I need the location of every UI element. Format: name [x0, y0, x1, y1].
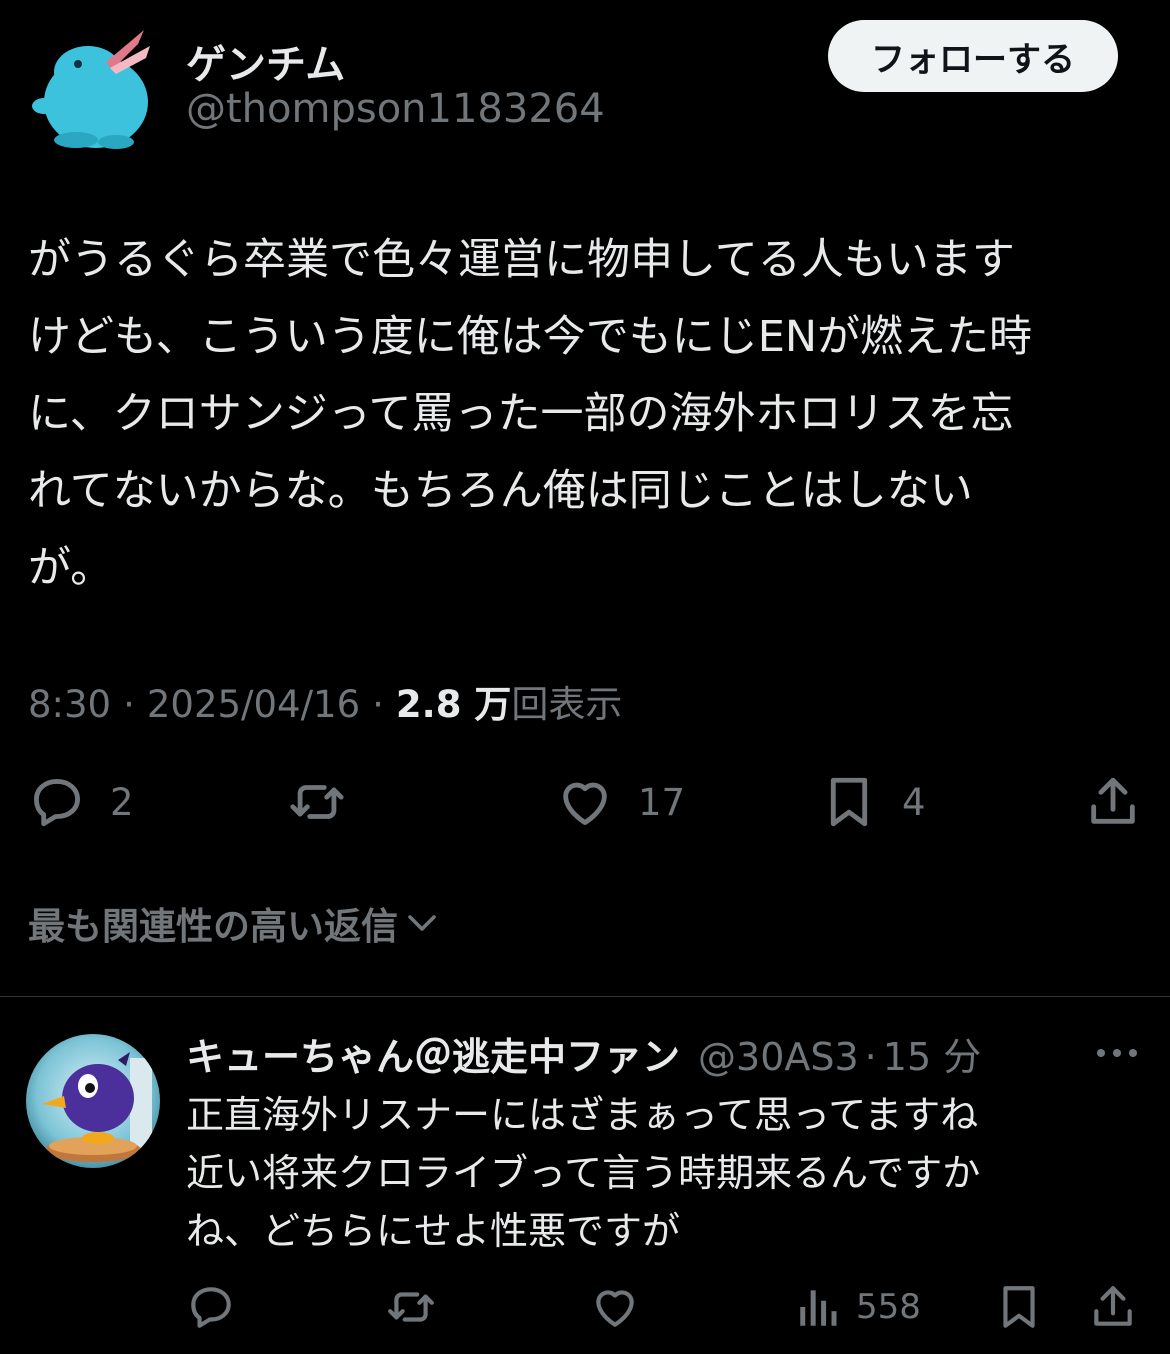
tweet-text-line: けども、こういう度に俺は今でもにじENが燃えた時: [28, 312, 1033, 362]
replies-sort-label: 最も関連性の高い返信: [28, 905, 398, 948]
reply-icon: [191, 1287, 231, 1328]
tweet-text-line: に、クロサンジって罵った一部の海外ホロリスを忘: [28, 389, 1014, 439]
bookmark-button[interactable]: 4: [820, 770, 926, 834]
meta-separator: ·: [123, 683, 135, 726]
like-count: 17: [638, 780, 686, 824]
author-avatar[interactable]: [26, 22, 156, 152]
reply-text-line: 近い将来クロライブって言う時期来るんですか: [186, 1151, 981, 1195]
tweet-time[interactable]: 8:30: [28, 683, 111, 726]
reply-retweet-button[interactable]: [386, 1280, 436, 1334]
reply-author-handle[interactable]: @30AS3: [698, 1035, 859, 1079]
like-icon: [563, 782, 607, 825]
reply-count: 2: [110, 780, 134, 824]
like-icon: [596, 1290, 634, 1327]
more-icon[interactable]: [1094, 1040, 1140, 1066]
follow-button[interactable]: フォローする: [828, 20, 1118, 92]
reply-icon: [34, 779, 80, 827]
tweet-text-line: れてないからな。もちろん俺は同じことはしない: [28, 466, 973, 516]
tweet-meta: 8:30 · 2025/04/16 · 2.8 万 回表示: [28, 674, 622, 728]
retweet-icon: [290, 785, 344, 819]
bookmark-count: 4: [902, 780, 926, 824]
bookmark-icon: [830, 777, 868, 827]
like-button[interactable]: 17: [556, 770, 685, 834]
meta-separator: ·: [372, 683, 384, 726]
chevron-down-icon: [408, 915, 436, 931]
reply-bookmark-button[interactable]: [994, 1280, 1044, 1334]
share-button[interactable]: [1084, 770, 1142, 834]
reply-reply-button[interactable]: [186, 1280, 236, 1334]
tweet-text: がうるぐら卒業で色々運営に物申してる人もいます けども、こういう度に俺は今でもに…: [28, 222, 1148, 607]
reply-button[interactable]: 2: [28, 770, 134, 834]
share-icon: [1091, 777, 1135, 824]
reply-separator: ·: [864, 1035, 877, 1079]
reply-text: 正直海外リスナーにはざまぁって思ってますね 近い将来クロライブって言う時期来るん…: [186, 1086, 1146, 1260]
reply-share-button[interactable]: [1088, 1280, 1138, 1334]
share-icon: [1094, 1286, 1132, 1326]
author-name[interactable]: ゲンチム: [186, 32, 345, 90]
reply-text-line: ね、どちらにせよ性悪ですが: [186, 1209, 681, 1253]
divider: [0, 996, 1170, 997]
reply-like-button[interactable]: [590, 1280, 640, 1334]
reply-author-name[interactable]: キューちゃん＠逃走中ファン: [186, 1026, 680, 1081]
reply-views-button[interactable]: 558: [794, 1280, 921, 1334]
reply-header: キューちゃん＠逃走中ファン @30AS3 · 15 分: [186, 1026, 981, 1081]
tweet-text-line: がうるぐら卒業で色々運営に物申してる人もいます: [28, 235, 1015, 285]
tweet-detail-page: ゲンチム @thompson1183264 フォローする がうるぐら卒業で色々運…: [0, 0, 1170, 1354]
views-count[interactable]: 2.8 万: [396, 674, 511, 728]
reply-time[interactable]: 15 分: [883, 1026, 981, 1081]
reply-text-line: 正直海外リスナーにはざまぁって思ってますね: [186, 1093, 979, 1137]
views-label: 回表示: [511, 683, 623, 726]
bookmark-icon: [1003, 1286, 1035, 1328]
replies-sort-toggle[interactable]: 最も関連性の高い返信: [28, 896, 440, 950]
retweet-button[interactable]: [288, 770, 346, 834]
author-handle[interactable]: @thompson1183264: [186, 86, 605, 132]
reply-avatar[interactable]: [26, 1034, 160, 1168]
retweet-icon: [388, 1292, 434, 1322]
tweet-text-line: が。: [28, 543, 114, 593]
reply-views-count: 558: [856, 1287, 921, 1327]
views-icon: [800, 1290, 837, 1326]
tweet-date[interactable]: 2025/04/16: [147, 683, 360, 726]
